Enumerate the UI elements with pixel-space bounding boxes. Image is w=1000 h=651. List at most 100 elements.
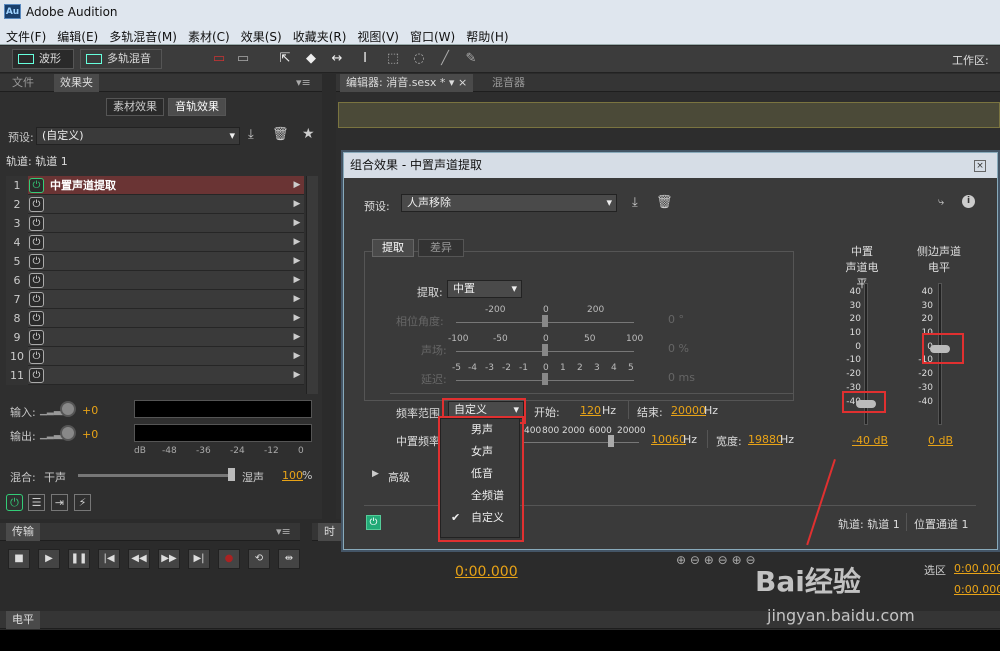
skip-button[interactable]: ⇹ <box>278 549 300 569</box>
chevron-right-icon[interactable]: ▶ <box>290 366 304 385</box>
chevron-right-icon[interactable]: ▶ <box>290 252 304 271</box>
power-icon[interactable]: ⏻ <box>29 311 44 326</box>
delete-preset-icon[interactable]: 🗑 <box>272 127 289 142</box>
end-value[interactable]: 20000 <box>671 404 706 417</box>
power-icon[interactable]: ⏻ <box>29 178 44 193</box>
tab-editor[interactable]: 编辑器: 消音.sesx * ▾ × <box>340 74 474 92</box>
power-icon[interactable]: ⏻ <box>29 292 44 307</box>
pan-value[interactable]: 0 % <box>668 342 689 355</box>
rack-row[interactable]: 4 ⏻ ▶ <box>6 233 304 252</box>
chevron-right-icon[interactable]: ▶ <box>290 195 304 214</box>
menu-view[interactable]: 视图(V) <box>351 25 404 45</box>
chevron-right-icon[interactable]: ▶ <box>290 309 304 328</box>
input-value[interactable]: +0 <box>82 404 98 417</box>
rack-row[interactable]: 6 ⏻ ▶ <box>6 271 304 290</box>
rack-row[interactable]: 3 ⏻ ▶ <box>6 214 304 233</box>
mix-value[interactable]: 100 <box>282 469 303 482</box>
menu-edit[interactable]: 编辑(E) <box>51 25 103 45</box>
track-effects-button[interactable]: 音轨效果 <box>168 98 226 116</box>
rack-scrollbar[interactable] <box>306 176 318 394</box>
move-tool-icon[interactable]: ⇱ <box>276 50 294 68</box>
expand-icon[interactable]: ▶ <box>372 469 379 479</box>
input-knob[interactable] <box>60 401 76 417</box>
phase-slider-handle[interactable] <box>542 315 548 327</box>
rack-row[interactable]: 10 ⏻ ▶ <box>6 347 304 366</box>
pitch-icon[interactable]: ▭ <box>234 50 252 68</box>
chevron-right-icon[interactable]: ▶ <box>290 328 304 347</box>
chevron-right-icon[interactable]: ▶ <box>290 347 304 366</box>
mix-slider[interactable] <box>78 474 234 477</box>
center-freq-slider[interactable] <box>524 442 639 443</box>
power-icon[interactable]: ⏻ <box>29 349 44 364</box>
phase-value[interactable]: 0 ° <box>668 313 684 326</box>
center-level-value[interactable]: -40 dB <box>852 434 888 447</box>
pause-button[interactable]: ❚❚ <box>68 549 90 569</box>
width-value[interactable]: 19880 <box>748 433 783 446</box>
menu-file[interactable]: 文件(F) <box>0 25 51 45</box>
dialog-power-icon[interactable]: ⏻ <box>366 515 381 530</box>
healing-icon[interactable]: ✎ <box>462 50 480 68</box>
info-icon[interactable]: i <box>962 195 975 208</box>
menu-help[interactable]: 帮助(H) <box>460 25 513 45</box>
chevron-right-icon[interactable]: ▶ <box>290 176 304 195</box>
lightning-icon[interactable]: ⚡ <box>74 494 91 511</box>
fast-forward-button[interactable]: ▶▶ <box>158 549 180 569</box>
panel-menu-icon[interactable]: ▾≡ <box>296 76 311 89</box>
extract-select[interactable]: 中置 ▾ <box>447 280 522 298</box>
delete-preset-icon[interactable]: 🗑 <box>656 195 673 210</box>
previous-button[interactable]: |◀ <box>98 549 120 569</box>
record-button[interactable]: ● <box>218 549 240 569</box>
pan-slider-handle[interactable] <box>542 344 548 356</box>
tab-time[interactable]: 时 <box>318 523 341 541</box>
dialog-preset-select[interactable]: 人声移除 ▾ <box>401 194 617 212</box>
menu-favorites[interactable]: 收藏夹(R) <box>287 25 352 45</box>
selection-start[interactable]: 0:00.000 <box>954 562 1000 575</box>
chevron-right-icon[interactable]: ▶ <box>290 233 304 252</box>
rack-power-icon[interactable]: ⏻ <box>6 494 23 511</box>
panel-menu-icon[interactable]: ▾≡ <box>276 525 291 538</box>
waveform-button[interactable]: 波形 <box>12 49 74 69</box>
rack-row[interactable]: 2 ⏻ ▶ <box>6 195 304 214</box>
menu-window[interactable]: 窗口(W) <box>404 25 460 45</box>
menu-multitrack[interactable]: 多轨混音(M) <box>103 25 182 45</box>
rack-row[interactable]: 8 ⏻ ▶ <box>6 309 304 328</box>
list-icon[interactable]: ☰ <box>28 494 45 511</box>
menu-clip[interactable]: 素材(C) <box>182 25 235 45</box>
rack-row[interactable]: 11 ⏻ ▶ <box>6 366 304 385</box>
tab-extract[interactable]: 提取 <box>372 239 414 257</box>
razor-tool-icon[interactable]: ◆ <box>302 50 320 68</box>
save-preset-icon[interactable]: ⤓ <box>632 195 638 210</box>
power-icon[interactable]: ⏻ <box>29 330 44 345</box>
power-icon[interactable]: ⏻ <box>29 235 44 250</box>
rack-row[interactable]: 7 ⏻ ▶ <box>6 290 304 309</box>
mix-slider-handle[interactable] <box>228 468 235 481</box>
loop-button[interactable]: ⟲ <box>248 549 270 569</box>
zoom-out-icon[interactable]: ⊖ <box>690 553 700 567</box>
power-icon[interactable]: ⏻ <box>29 254 44 269</box>
favorite-icon[interactable]: ★ <box>302 126 315 142</box>
delay-value[interactable]: 0 ms <box>668 371 695 384</box>
routing-icon[interactable]: ⤷ <box>938 195 944 209</box>
play-button[interactable]: ▶ <box>38 549 60 569</box>
tab-level[interactable]: 电平 <box>6 611 40 629</box>
preset-select[interactable]: (自定义) ▾ <box>36 127 240 145</box>
side-level-value[interactable]: 0 dB <box>928 434 953 447</box>
chevron-right-icon[interactable]: ▶ <box>290 290 304 309</box>
close-icon[interactable]: × <box>974 160 986 172</box>
rack-row[interactable]: 9 ⏻ ▶ <box>6 328 304 347</box>
time-display[interactable]: 0:00.000 <box>455 564 518 580</box>
advanced-label[interactable]: 高级 <box>388 469 410 485</box>
start-value[interactable]: 120 <box>580 404 601 417</box>
zoom-in-icon[interactable]: ⊕ <box>704 553 714 567</box>
tab-files[interactable]: 文件 <box>6 74 40 92</box>
time-selection-icon[interactable]: I <box>356 50 374 68</box>
rack-row[interactable]: 1 ⏻ 中置声道提取 ▶ <box>6 176 304 195</box>
power-icon[interactable]: ⏻ <box>29 216 44 231</box>
power-icon[interactable]: ⏻ <box>29 197 44 212</box>
overview-bar[interactable] <box>338 102 1000 128</box>
chevron-right-icon[interactable]: ▶ <box>290 271 304 290</box>
zoom-in-icon[interactable]: ⊕ <box>676 553 686 567</box>
power-icon[interactable]: ⏻ <box>29 273 44 288</box>
output-knob[interactable] <box>60 425 76 441</box>
rack-row[interactable]: 5 ⏻ ▶ <box>6 252 304 271</box>
